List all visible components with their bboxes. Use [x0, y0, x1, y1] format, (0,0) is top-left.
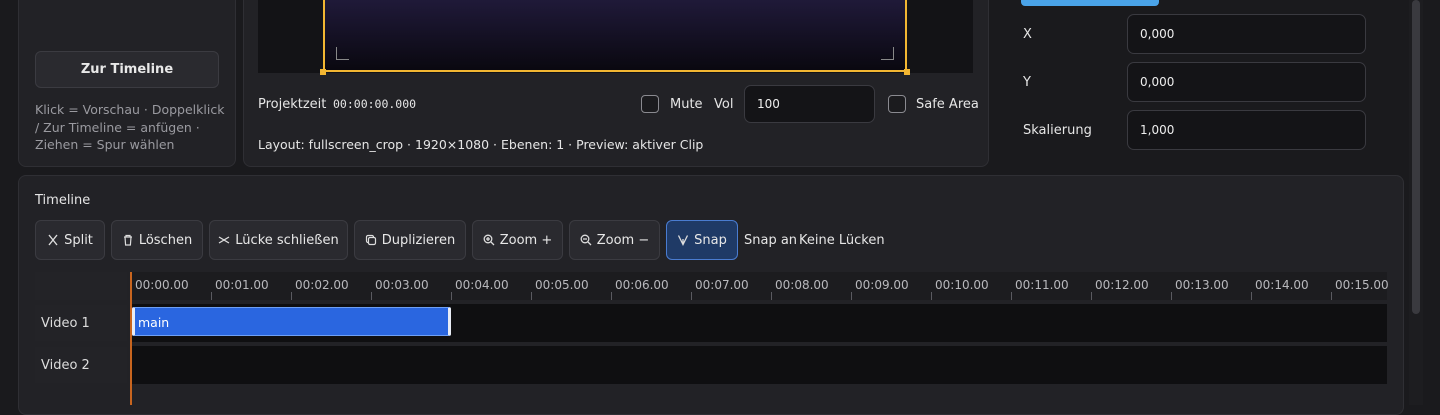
ruler-tick [1331, 292, 1332, 300]
playhead[interactable] [130, 272, 132, 405]
scale-label: Skalierung [1023, 123, 1092, 138]
close-gap-label: Lücke schließen [235, 232, 339, 248]
volume-input[interactable]: 100 [744, 85, 875, 123]
y-label: Y [1023, 75, 1031, 90]
zoom-out-icon [580, 234, 592, 246]
ruler-label: 00:12.00 [1095, 278, 1149, 292]
to-timeline-button[interactable]: Zur Timeline [35, 51, 219, 88]
scissors-icon [48, 234, 58, 246]
frame-handle-left[interactable] [320, 69, 326, 75]
ruler-tick [291, 292, 292, 300]
timeline-title: Timeline [35, 193, 91, 208]
scale-input[interactable]: 1,000 [1127, 110, 1366, 150]
close-gap-icon [218, 236, 230, 244]
ruler-label: 00:01.00 [215, 278, 269, 292]
ruler-label: 00:04.00 [455, 278, 509, 292]
ruler-label: 00:13.00 [1175, 278, 1229, 292]
ruler-tick [931, 292, 932, 300]
ruler-tick [531, 292, 532, 300]
split-label: Split [64, 232, 93, 248]
y-input[interactable]: 0,000 [1127, 62, 1366, 102]
track-video-2[interactable] [131, 346, 1387, 384]
trash-icon [123, 234, 132, 246]
ruler-label: 00:10.00 [935, 278, 989, 292]
delete-label: Löschen [138, 232, 193, 248]
crop-corner-br [881, 47, 894, 60]
clip-main[interactable]: main [132, 307, 451, 336]
ruler-tick [371, 292, 372, 300]
right-scrollbar-thumb[interactable] [1412, 0, 1420, 314]
magnet-icon [678, 235, 689, 246]
timeline-ruler[interactable]: 00:00.00 00:01.00 00:02.00 00:03.00 00:04.00… [131, 272, 1389, 300]
inspector-accent-bar[interactable] [1021, 0, 1159, 6]
ruler-tick [611, 292, 612, 300]
ruler-label: 00:09.00 [855, 278, 909, 292]
safe-area-checkbox[interactable] [888, 95, 906, 113]
ruler-label: 00:02.00 [295, 278, 349, 292]
ruler-tick [1011, 292, 1012, 300]
project-time-label: Projektzeit [258, 97, 327, 112]
track-label-video-1[interactable]: Video 1 [35, 305, 127, 341]
snap-label: Snap [694, 232, 727, 248]
ruler-tick [1251, 292, 1252, 300]
clip-label: main [138, 315, 170, 330]
ruler-header-blank [35, 272, 127, 300]
split-button[interactable]: Split [35, 220, 105, 260]
zoom-in-label: Zoom + [499, 232, 553, 248]
gap-status: Keine Lücken [799, 233, 885, 248]
ruler-tick [211, 292, 212, 300]
ruler-label: 00:00.00 [135, 278, 189, 292]
zoom-out-label: Zoom − [596, 232, 650, 248]
duplicate-button[interactable]: Duplizieren [354, 220, 466, 260]
x-input[interactable]: 0,000 [1127, 14, 1366, 54]
zoom-in-button[interactable]: Zoom + [472, 220, 563, 260]
mute-label: Mute [670, 97, 703, 112]
safe-area-label: Safe Area [916, 97, 979, 112]
snap-status: Snap an [744, 233, 798, 248]
ruler-tick [1171, 292, 1172, 300]
ruler-tick [851, 292, 852, 300]
ruler-label: 00:15.00 [1335, 278, 1389, 292]
layout-info: Layout: fullscreen_crop · 1920×1080 · Eb… [258, 137, 704, 152]
project-time-value: 00:00:00.000 [333, 97, 417, 111]
ruler-label: 00:05.00 [535, 278, 589, 292]
duplicate-icon [365, 234, 376, 246]
frame-handle-right[interactable] [904, 69, 910, 75]
ruler-label: 00:06.00 [615, 278, 669, 292]
duplicate-label: Duplizieren [381, 232, 456, 248]
track-label-video-2[interactable]: Video 2 [35, 347, 127, 383]
ruler-label: 00:07.00 [695, 278, 749, 292]
delete-button[interactable]: Löschen [111, 220, 203, 260]
ruler-tick [1091, 292, 1092, 300]
vol-label: Vol [714, 97, 734, 112]
x-label: X [1023, 27, 1032, 42]
crop-corner-bl [336, 47, 349, 60]
ruler-label: 00:08.00 [775, 278, 829, 292]
mute-checkbox[interactable] [641, 95, 659, 113]
close-gap-button[interactable]: Lücke schließen [209, 220, 348, 260]
ruler-label: 00:14.00 [1255, 278, 1309, 292]
ruler-label: 00:11.00 [1015, 278, 1069, 292]
ruler-label: 00:03.00 [375, 278, 429, 292]
snap-button[interactable]: Snap [666, 220, 738, 260]
preview-frame[interactable] [323, 0, 907, 72]
ruler-tick [691, 292, 692, 300]
media-hint: Klick = Vorschau · Doppelklick / Zur Tim… [35, 102, 225, 152]
zoom-in-icon [483, 234, 495, 246]
zoom-out-button[interactable]: Zoom − [569, 220, 660, 260]
ruler-tick [771, 292, 772, 300]
ruler-tick [451, 292, 452, 300]
